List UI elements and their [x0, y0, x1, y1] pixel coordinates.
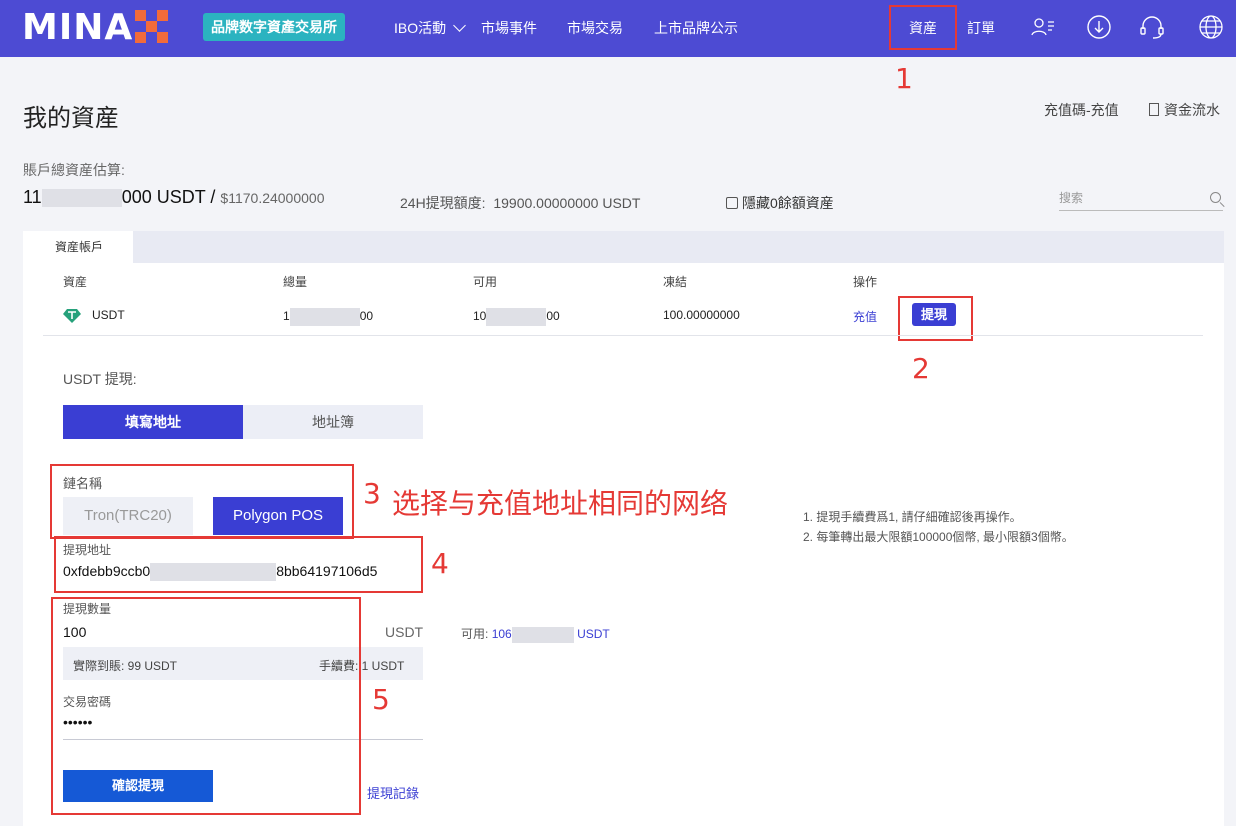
hide-zero-label: 隱藏0餘額資産	[742, 195, 834, 211]
total-estimate: 11 000 USDT / $1170.24000000	[23, 187, 325, 208]
total-prefix: 11	[23, 187, 42, 207]
nav-listing[interactable]: 上市品牌公示	[654, 18, 738, 38]
chevron-down-icon	[453, 19, 466, 32]
available-label: 可用:	[461, 627, 489, 641]
blurred-amount	[41, 189, 122, 208]
total-separator: /	[205, 187, 221, 207]
blurred-available-balance	[511, 626, 574, 643]
document-icon	[1149, 103, 1159, 116]
row-available: 10 00	[473, 308, 560, 326]
page-title: 我的資産	[23, 105, 119, 132]
annotation-number-4: 4	[431, 547, 449, 580]
deposit-link[interactable]: 充值	[853, 308, 877, 325]
annotation-box-3	[50, 464, 354, 539]
row-frozen: 100.00000000	[663, 308, 740, 322]
fund-flow-link[interactable]: 資金流水	[1149, 100, 1220, 120]
nav-ibo[interactable]: IBO活動	[394, 18, 466, 38]
logo-x-mark	[135, 10, 169, 44]
total-suffix-cell: 00	[359, 309, 374, 324]
th-frozen: 凍結	[663, 275, 688, 289]
note-limits: 2. 每筆轉出最大限額100000個幣, 最小限額3個幣。	[803, 530, 1074, 544]
withdraw-limit: 24H提現額度: 19900.00000000 USDT	[400, 193, 640, 213]
nav-orders[interactable]: 訂單	[967, 18, 995, 38]
tab-asset-account[interactable]: 資産帳戶	[23, 231, 133, 263]
blurred-total	[289, 308, 360, 326]
tab-address-book[interactable]: 地址簿	[243, 405, 423, 439]
search-icon-handle	[1219, 202, 1225, 208]
withdraw-title: USDT 提現:	[63, 371, 137, 387]
checkbox[interactable]	[726, 197, 738, 209]
total-usd: $1170.24000000	[220, 190, 325, 206]
available-suffix-cell: 00	[546, 309, 560, 324]
fund-flow-label: 資金流水	[1164, 102, 1220, 118]
available-unit: USDT	[577, 627, 610, 641]
logo-text: MINA	[22, 6, 134, 48]
globe-icon[interactable]	[1198, 14, 1224, 40]
headset-icon[interactable]	[1139, 14, 1165, 40]
available-prefix: 106	[491, 627, 512, 641]
row-asset-name: USDT	[92, 308, 125, 322]
search-placeholder: 搜索	[1059, 191, 1084, 205]
note-fee: 1. 提現手續費爲1, 請仔細確認後再操作。	[803, 510, 1022, 524]
withdraw-records-link[interactable]: 提現記錄	[367, 783, 419, 802]
nav-ibo-label: IBO活動	[394, 20, 447, 36]
tether-icon	[63, 309, 81, 323]
total-suffix: 000 USDT	[121, 187, 206, 207]
row-total: 1 00	[283, 308, 373, 326]
available-prefix-cell: 10	[473, 309, 487, 324]
annotation-box-5	[51, 597, 361, 815]
th-actions: 操作	[853, 275, 878, 289]
hide-zero-toggle[interactable]: 隱藏0餘額資産	[726, 193, 834, 213]
th-available: 可用	[473, 275, 498, 289]
th-total: 總量	[283, 275, 308, 289]
annotation-number-2: 2	[912, 352, 930, 385]
th-asset: 資産	[63, 275, 88, 289]
recharge-code-link[interactable]: 充值碼-充值	[1044, 100, 1119, 120]
annotation-number-5: 5	[372, 683, 390, 716]
mina-logo[interactable]: MINA	[22, 6, 169, 48]
total-prefix-cell: 1	[283, 309, 290, 324]
brand-badge: 品牌数字資產交易所	[203, 13, 345, 41]
tab-fill-address[interactable]: 填寫地址	[63, 405, 243, 439]
annotation-box-1	[889, 5, 957, 50]
user-icon[interactable]	[1030, 14, 1056, 40]
nav-market-events[interactable]: 市場事件	[481, 18, 537, 38]
limit-value: 19900.00000000 USDT	[493, 195, 641, 211]
annotation-box-4	[54, 536, 423, 593]
estimate-label: 賬戶總資産估算:	[23, 162, 125, 178]
tab-bar	[23, 231, 1224, 263]
blurred-available	[486, 308, 547, 326]
annotation-number-3: 3	[363, 477, 381, 510]
available-balance: 可用: 106 USDT	[461, 625, 610, 643]
nav-market-trade[interactable]: 市場交易	[567, 18, 623, 38]
amount-unit: USDT	[385, 624, 424, 640]
row-divider	[43, 335, 1203, 336]
download-icon[interactable]	[1086, 14, 1112, 40]
search-input[interactable]: 搜索	[1059, 189, 1225, 211]
annotation-number-1: 1	[895, 62, 913, 95]
limit-label: 24H提現額度:	[400, 195, 486, 211]
annotation-note-3: 选择与充值地址相同的网络	[392, 488, 729, 519]
